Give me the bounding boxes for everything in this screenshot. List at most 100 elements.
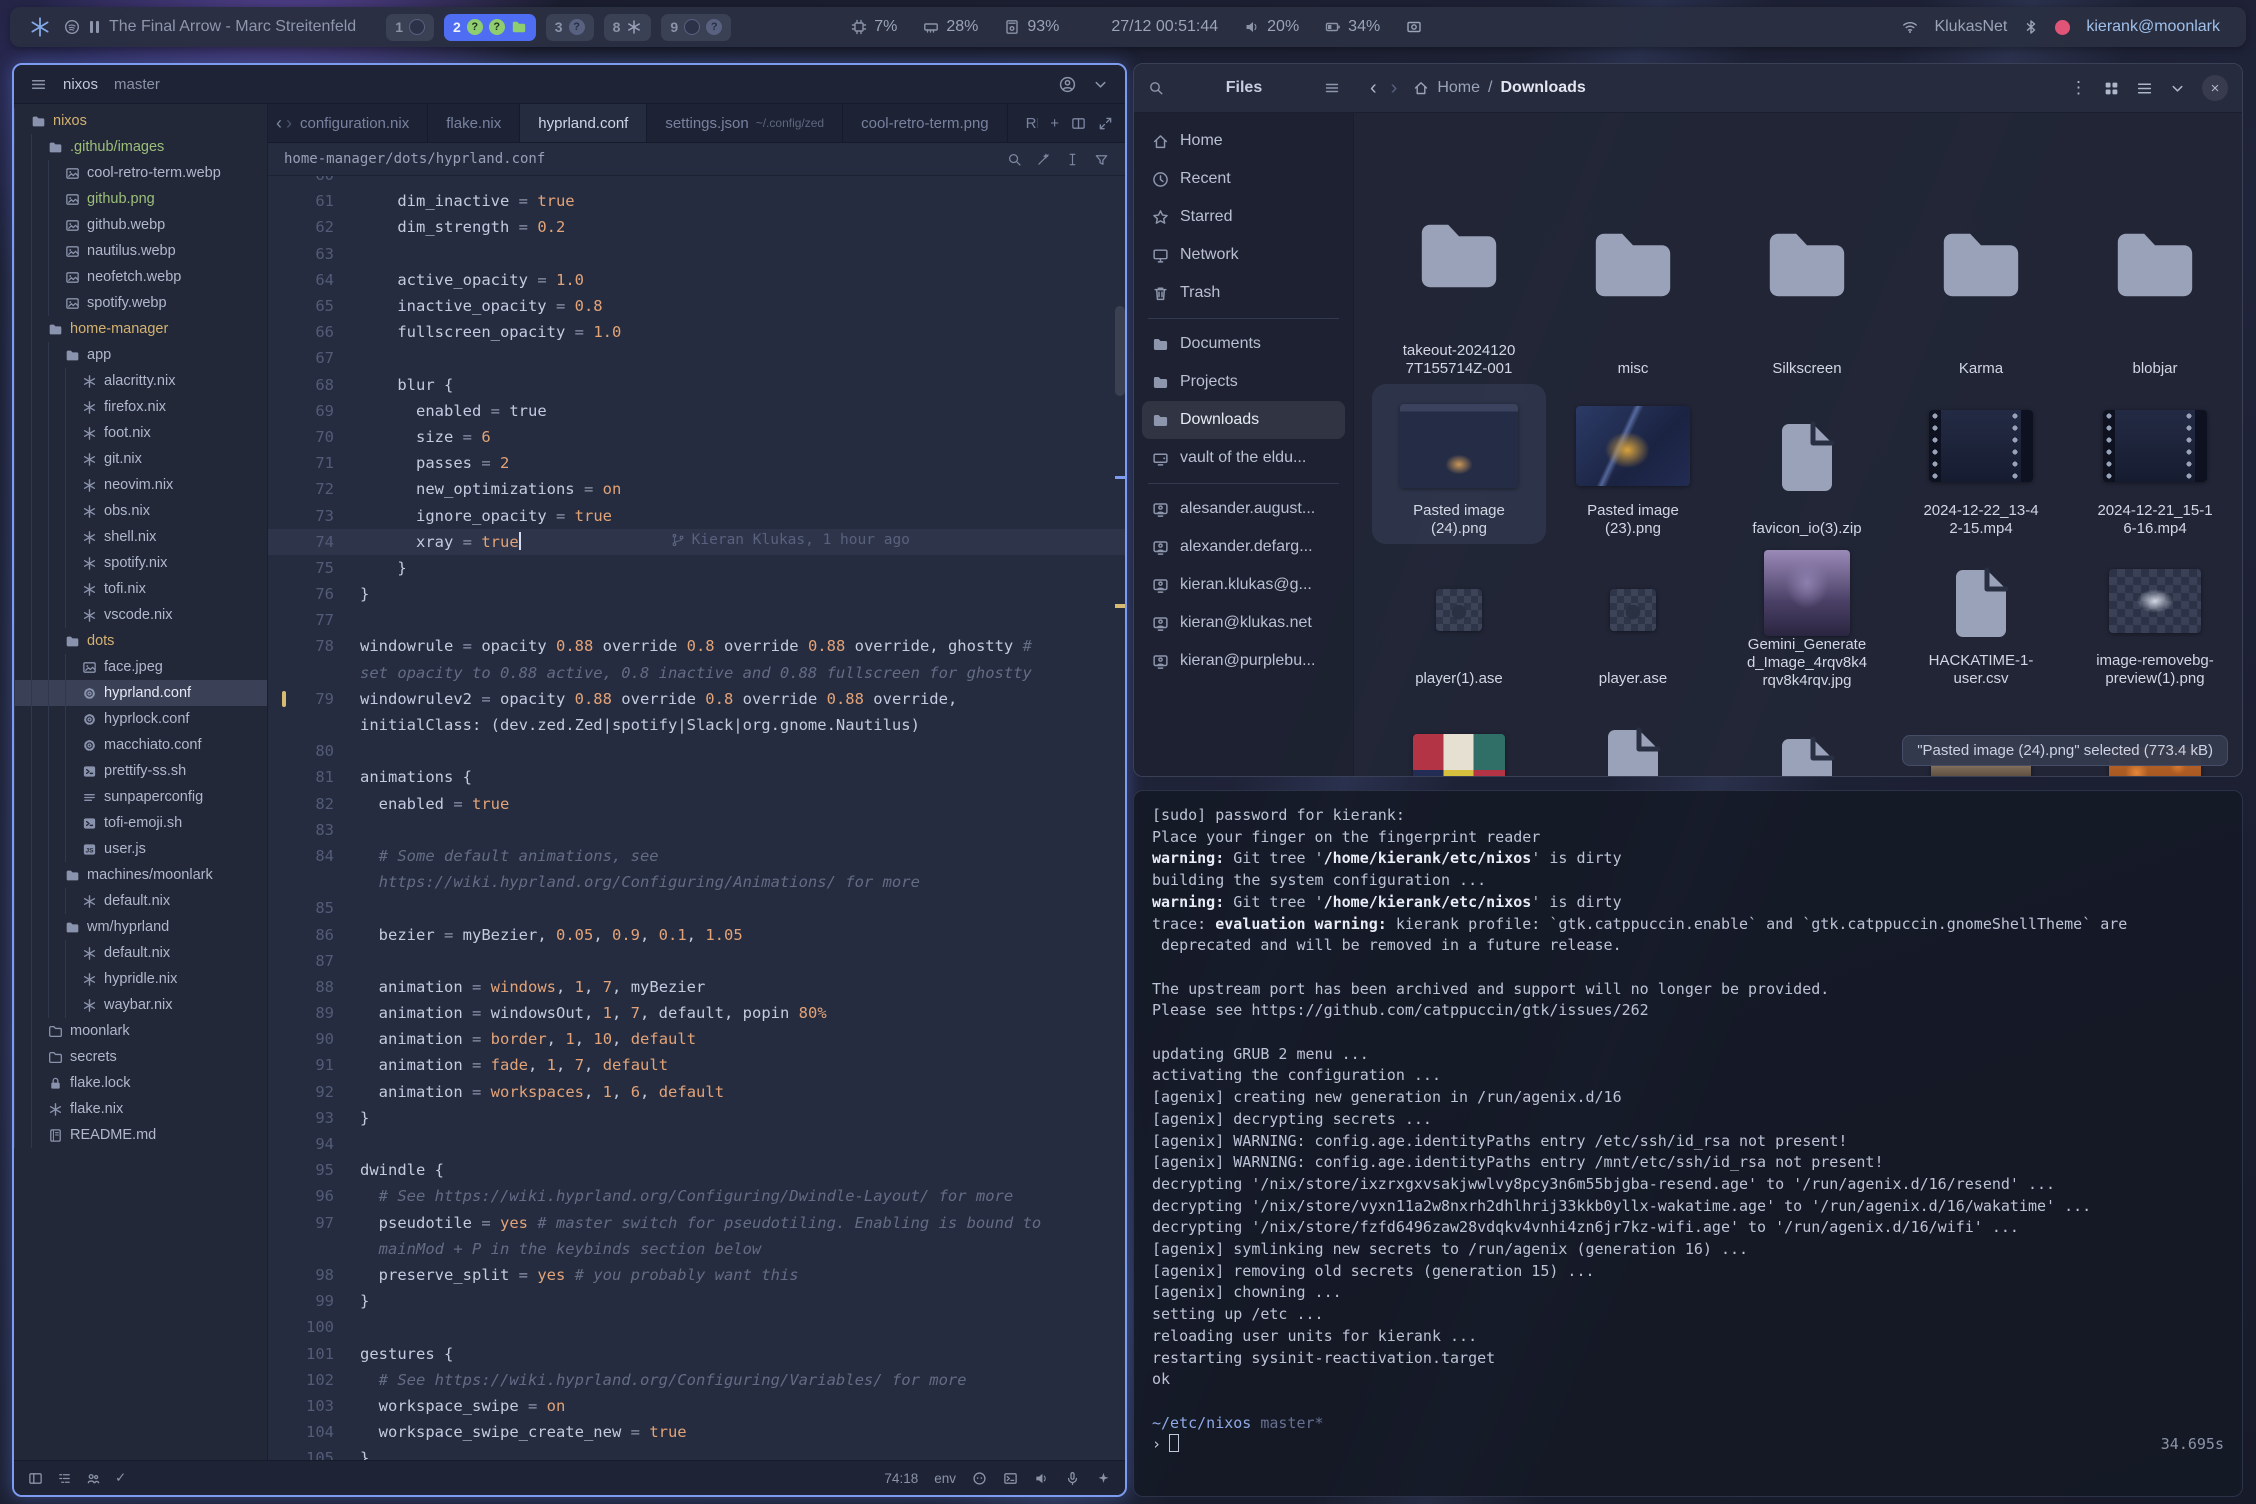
tree-item[interactable]: neovim.nix	[14, 472, 267, 498]
network-name[interactable]: KlukasNet	[1934, 18, 2007, 36]
sidebar-item-alexander-defarg-[interactable]: alexander.defarg...	[1142, 528, 1345, 566]
search-icon[interactable]	[1007, 152, 1022, 167]
tree-item[interactable]: git.nix	[14, 446, 267, 472]
tree-item[interactable]: README.md	[14, 1122, 267, 1148]
editor-scrollbar[interactable]	[1115, 306, 1125, 396]
file-item[interactable]: Karma	[1894, 164, 2068, 384]
menu-icon[interactable]	[30, 76, 47, 93]
bluetooth-icon[interactable]	[2023, 19, 2039, 35]
sidebar-item-vault-of-the-eldu-[interactable]: vault of the eldu...	[1142, 439, 1345, 477]
path-current[interactable]: Downloads	[1500, 79, 1585, 97]
outline-icon[interactable]	[57, 1471, 72, 1486]
tree-item[interactable]: home-manager	[14, 316, 267, 342]
tree-item[interactable]: flake.nix	[14, 1096, 267, 1122]
project-name[interactable]: nixos	[63, 76, 98, 93]
panel-toggle-icon[interactable]	[28, 1471, 43, 1486]
tree-item[interactable]: obs.nix	[14, 498, 267, 524]
file-item[interactable]: image-removebg-preview(1).png	[2068, 544, 2242, 694]
tree-item[interactable]: prettify-ss.sh	[14, 758, 267, 784]
tree-item[interactable]: default.nix	[14, 888, 267, 914]
list-view-icon[interactable]	[2136, 80, 2153, 97]
mic-icon[interactable]	[1065, 1471, 1080, 1486]
nav-forward-icon[interactable]: ›	[286, 113, 292, 134]
tree-item[interactable]: foot.nix	[14, 420, 267, 446]
view-chevron-icon[interactable]	[2169, 80, 2186, 97]
file-item[interactable]: wrapped.png	[1372, 694, 1546, 777]
volume-stat[interactable]: 20%	[1244, 18, 1299, 36]
tree-item[interactable]: neofetch.webp	[14, 264, 267, 290]
tree-item[interactable]: spotify.nix	[14, 550, 267, 576]
tree-item[interactable]: default.nix	[14, 940, 267, 966]
media-player[interactable]: The Final Arrow - Marc Streitenfeld	[64, 18, 356, 36]
file-item[interactable]: player(1).ase	[1372, 544, 1546, 694]
file-item[interactable]: favicon_io(3).zip	[1720, 384, 1894, 544]
tree-item[interactable]: alacritty.nix	[14, 368, 267, 394]
tree-item[interactable]: sunpaperconfig	[14, 784, 267, 810]
prompt-line[interactable]: › 34.695s	[1152, 1434, 2224, 1456]
workspace-3[interactable]: 3?	[546, 14, 594, 41]
grid-view-icon[interactable]	[2103, 80, 2120, 97]
sidebar-item-starred[interactable]: Starred	[1142, 198, 1345, 236]
sidebar-item-trash[interactable]: Trash	[1142, 274, 1345, 312]
file-item[interactable]: ca.crt	[1720, 694, 1894, 777]
tree-item[interactable]: vscode.nix	[14, 602, 267, 628]
file-item[interactable]: player.ase	[1546, 544, 1720, 694]
file-item[interactable]: Silkscreen	[1720, 164, 1894, 384]
file-item[interactable]: HACKATIME-1-user.csv	[1894, 544, 2068, 694]
path-bar[interactable]: Home / Downloads	[1413, 79, 1585, 97]
sidebar-item-network[interactable]: Network	[1142, 236, 1345, 274]
pause-icon[interactable]	[90, 21, 99, 33]
tree-item[interactable]: machines/moonlark	[14, 862, 267, 888]
back-icon[interactable]: ‹	[1370, 77, 1377, 100]
sidebar-item-documents[interactable]: Documents	[1142, 325, 1345, 363]
tree-item[interactable]: hypridle.nix	[14, 966, 267, 992]
tree-item[interactable]: moonlark	[14, 1018, 267, 1044]
tab-flake.nix[interactable]: flake.nix	[428, 104, 520, 142]
magic-wand-icon[interactable]	[1036, 152, 1051, 167]
tree-item[interactable]: face.jpeg	[14, 654, 267, 680]
sidebar-item-alesander-august-[interactable]: alesander.august...	[1142, 490, 1345, 528]
chevron-down-icon[interactable]	[1092, 76, 1109, 93]
avatar-icon[interactable]	[1059, 76, 1076, 93]
tree-item[interactable]: waybar.nix	[14, 992, 267, 1018]
workspace-8[interactable]: 8	[604, 14, 652, 41]
filter-icon[interactable]	[1094, 152, 1109, 167]
sidebar-item-kieran-klukas-g-[interactable]: kieran.klukas@g...	[1142, 566, 1345, 604]
file-item[interactable]: Pasted image(23).png	[1546, 384, 1720, 544]
tab-README.md[interactable]: README.md	[1008, 104, 1039, 142]
selection-icon[interactable]	[1065, 152, 1080, 167]
screenshot-icon[interactable]	[1406, 19, 1422, 35]
nav-back-icon[interactable]: ‹	[276, 113, 282, 134]
tab-settings.json[interactable]: settings.json~/.config/zed	[647, 104, 843, 142]
cursor-position[interactable]: 74:18	[884, 1471, 918, 1486]
tree-item[interactable]: app	[14, 342, 267, 368]
tree-item[interactable]: flake.lock	[14, 1070, 267, 1096]
tab-configuration.nix[interactable]: configuration.nix	[300, 104, 428, 142]
file-item[interactable]: blobjar	[2068, 164, 2242, 384]
kebab-menu-icon[interactable]: ⋮	[2070, 78, 2087, 98]
tree-item[interactable]: JSuser.js	[14, 836, 267, 862]
tab-hyprland.conf[interactable]: hyprland.conf	[520, 104, 647, 142]
sidebar-item-home[interactable]: Home	[1142, 122, 1345, 160]
file-item[interactable]: Pasted image(24).png	[1372, 384, 1546, 544]
close-icon[interactable]: ×	[2202, 75, 2228, 101]
tree-item[interactable]: tofi-emoji.sh	[14, 810, 267, 836]
tree-item[interactable]: hyprlock.conf	[14, 706, 267, 732]
wifi-icon[interactable]	[1902, 19, 1918, 35]
tray-indicator-icon[interactable]	[2055, 20, 2070, 35]
path-root[interactable]: Home	[1437, 79, 1480, 97]
workspace-2[interactable]: 2??	[444, 14, 536, 41]
terminal-window[interactable]: [sudo] password for kierank:Place your f…	[1133, 790, 2243, 1497]
expand-icon[interactable]	[1098, 116, 1113, 131]
tree-item[interactable]: nautilus.webp	[14, 238, 267, 264]
tree-item[interactable]: dots	[14, 628, 267, 654]
tree-item[interactable]: cool-retro-term.webp	[14, 160, 267, 186]
sidebar-item-kieran-klukas-net[interactable]: kieran@klukas.net	[1142, 604, 1345, 642]
tree-item[interactable]: .github/images	[14, 134, 267, 160]
file-item[interactable]: Gemini_Generated_Image_4rqv8k4rqv8k4rqv.…	[1720, 544, 1894, 694]
tree-item[interactable]: wm/hyprland	[14, 914, 267, 940]
new-tab-icon[interactable]: +	[1050, 115, 1059, 132]
diagnostics-check-icon[interactable]: ✓	[115, 1470, 126, 1486]
audio-icon[interactable]	[1034, 1471, 1049, 1486]
file-item[interactable]: takeout-20241207T155714Z-001	[1372, 164, 1546, 384]
